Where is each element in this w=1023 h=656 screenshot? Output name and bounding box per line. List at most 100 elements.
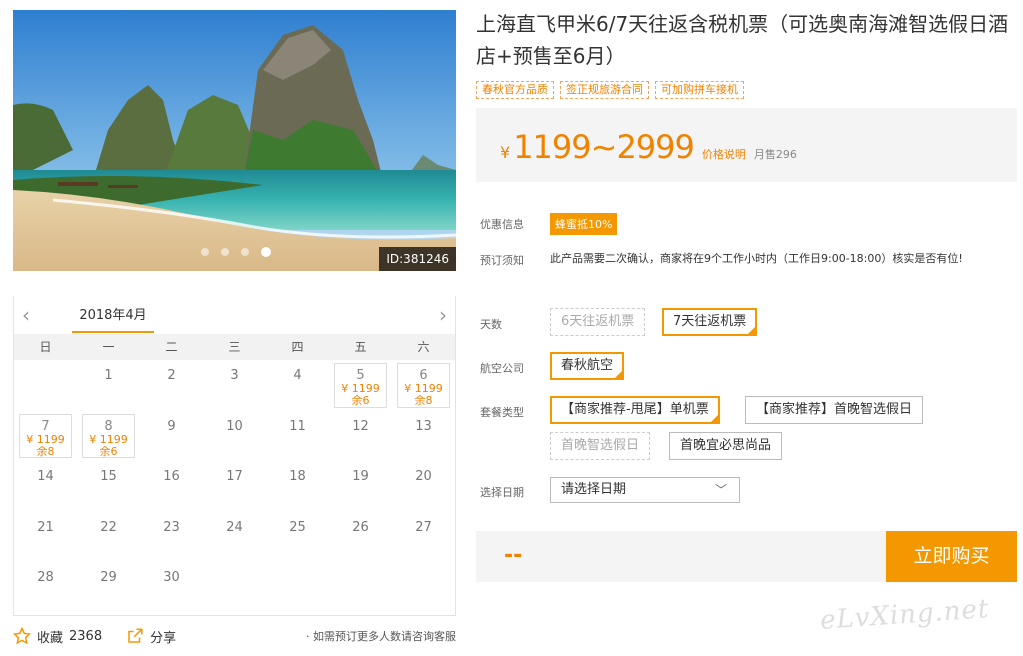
site-watermark: eLvXing.net (819, 594, 991, 636)
notice-text: 此产品需要二次确认，商家将在9个工作小时内（工作日9:00-18:00）核实是否… (550, 252, 963, 265)
gallery-dot-active[interactable] (261, 247, 271, 257)
price-range: 1199~2999 (513, 128, 695, 166)
calendar-day: 15 (77, 461, 140, 512)
package-option-holiday-first[interactable]: 首晚智选假日 (550, 432, 651, 460)
day-stock: 余6 (351, 394, 370, 407)
weekday-label: 五 (354, 340, 367, 354)
weekday-header: 日一二三四五六 (14, 334, 455, 360)
calendar-day-available[interactable]: 5 ¥ 1199 余6 (334, 363, 387, 408)
favorite-button[interactable]: 收藏 2368 (13, 627, 102, 646)
day-number: 30 (163, 570, 180, 585)
calendar-day: 2 (140, 360, 203, 411)
days-option-6[interactable]: 6天往返机票 (550, 308, 646, 336)
favorite-count: 2368 (69, 628, 103, 644)
package-option-holiday[interactable]: 【商家推荐】首晚智选假日 (745, 396, 924, 424)
day-number: 8 (104, 418, 113, 434)
calendar-day: 4 (266, 360, 329, 411)
day-price: ¥ 1199 (26, 432, 65, 446)
price-calendar: ‹ 2018年4月 › 日一二三四五六 1 2 3 4 5 ¥ 1199 余6 6 ¥ 1199… (13, 296, 456, 616)
product-tag: 签正规旅游合同 (560, 81, 649, 99)
calendar-day-available[interactable]: 7 ¥ 1199 余8 (19, 413, 72, 458)
product-id-tag: ID:381246 (379, 247, 456, 271)
package-option-ticket[interactable]: 【商家推荐-甩尾】单机票 (550, 396, 720, 426)
calendar-month-tab[interactable]: 2018年4月 (72, 304, 154, 333)
next-month-icon[interactable]: › (439, 303, 447, 327)
action-footer: 收藏 2368 分享 · 如需预订更多人数请咨询客服 (13, 622, 456, 650)
weekday-label: 日 (39, 340, 52, 354)
day-price: ¥ 1199 (89, 432, 128, 446)
calendar-day: 30 (140, 562, 203, 613)
price-note-link[interactable]: 价格说明 (702, 146, 746, 162)
calendar-empty-cell (14, 360, 77, 411)
promo-badge: 蜂蜜抵10% (550, 213, 618, 235)
calendar-day: 19 (329, 461, 392, 512)
consult-note-text: 如需预订更多人数请咨询客服 (313, 630, 456, 643)
calendar-day: 9 (140, 411, 203, 462)
share-label: 分享 (150, 630, 177, 646)
date-select[interactable]: 请选择日期 ﹀ (550, 477, 740, 503)
day-number: 5 (356, 368, 365, 383)
day-number: 11 (289, 418, 306, 434)
prev-month-icon[interactable]: ‹ (22, 303, 30, 327)
weekday-label: 二 (165, 340, 178, 354)
calendar-grid: 1 2 3 4 5 ¥ 1199 余6 6 ¥ 1199 余8 7 ¥ 1199 余8 8 ¥ 1199 余6… (14, 360, 455, 613)
product-title: 上海直飞甲米6/7天往返含税机票（可选奥南海滩智选假日酒店+预售至6月） (476, 12, 1009, 68)
calendar-day: 3 (203, 360, 266, 411)
day-number: 14 (37, 469, 54, 484)
package-option-ibis[interactable]: 首晚宜必思尚品 (669, 432, 783, 460)
promo-label: 优惠信息 (480, 218, 524, 231)
product-tags: 春秋官方品质 签正规旅游合同 可加购拼车接机 (476, 81, 744, 99)
calendar-day: 17 (203, 461, 266, 512)
calendar-day: 14 (14, 461, 77, 512)
calendar-day: 13 (392, 411, 455, 462)
price-currency: ¥ (500, 143, 511, 162)
calendar-day: 11 (266, 411, 329, 462)
day-stock: 余6 (99, 444, 118, 458)
consult-note: · 如需预订更多人数请咨询客服 (306, 630, 456, 643)
calendar-day: 10 (203, 411, 266, 462)
day-number: 3 (230, 368, 239, 383)
day-number: 7 (41, 418, 50, 434)
day-number: 24 (226, 519, 243, 535)
calendar-day: 20 (392, 461, 455, 512)
weekday-label: 六 (417, 340, 430, 354)
share-button[interactable]: 分享 (126, 627, 176, 646)
day-number: 22 (100, 519, 117, 535)
gallery-dot[interactable] (241, 248, 249, 256)
gallery-dot[interactable] (221, 248, 229, 256)
calendar-day: 29 (77, 562, 140, 613)
day-number: 21 (37, 519, 54, 535)
gallery-dots (201, 247, 271, 257)
share-icon (128, 628, 143, 643)
days-option-7[interactable]: 7天往返机票 (662, 308, 758, 338)
calendar-day: 23 (140, 512, 203, 563)
calendar-day-available[interactable]: 6 ¥ 1199 余8 (397, 363, 450, 408)
calendar-day-available[interactable]: 8 ¥ 1199 余6 (82, 413, 135, 458)
product-photo[interactable]: ID:381246 (13, 10, 456, 271)
product-page: ID:381246 ‹ 2018年4月 › 日一二三四五六 1 2 3 4 5 ¥ 119… (0, 0, 1023, 656)
days-label: 天数 (480, 318, 502, 331)
calendar-day: 24 (203, 512, 266, 563)
airline-option[interactable]: 春秋航空 (550, 352, 625, 382)
buy-now-button[interactable]: 立即购买 (886, 531, 1017, 582)
weekday-label: 一 (102, 340, 115, 354)
day-number: 17 (226, 469, 243, 484)
calendar-day: 18 (266, 461, 329, 512)
calendar-day: 28 (14, 562, 77, 613)
airline-label: 航空公司 (480, 362, 524, 375)
day-number: 9 (167, 418, 176, 434)
day-number: 6 (419, 368, 428, 383)
total-price: -- (504, 543, 523, 568)
day-number: 27 (415, 519, 432, 535)
weekday-label: 三 (228, 340, 241, 354)
day-number: 16 (163, 469, 180, 484)
day-number: 10 (226, 418, 243, 434)
day-number: 20 (415, 469, 432, 484)
calendar-day: 25 (266, 512, 329, 563)
package-label: 套餐类型 (480, 406, 524, 419)
beach-image (13, 10, 456, 271)
day-number: 26 (352, 519, 369, 535)
gallery-dot[interactable] (201, 248, 209, 256)
product-tag: 可加购拼车接机 (655, 81, 744, 99)
day-number: 15 (100, 469, 117, 484)
